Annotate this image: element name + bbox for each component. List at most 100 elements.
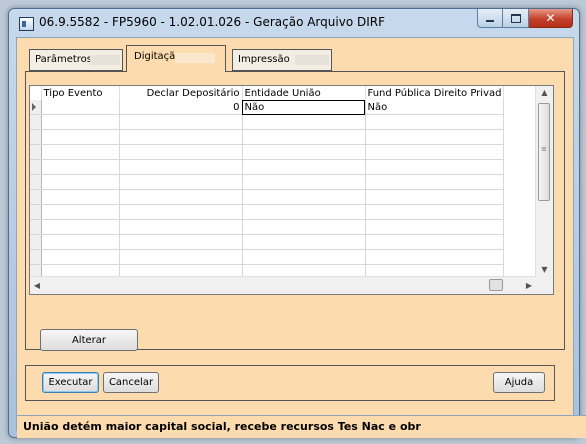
grid-cell[interactable] xyxy=(242,144,366,160)
grid-cell[interactable] xyxy=(242,159,366,175)
table-row[interactable] xyxy=(30,234,505,250)
row-indicator[interactable] xyxy=(30,129,42,145)
row-indicator[interactable] xyxy=(30,249,42,265)
grid-cell[interactable] xyxy=(119,114,243,130)
table-row[interactable] xyxy=(30,204,505,220)
table-row[interactable] xyxy=(30,189,505,205)
app-icon xyxy=(19,17,34,31)
scroll-left-icon[interactable]: ◀ xyxy=(30,277,44,294)
row-indicator[interactable] xyxy=(30,204,42,220)
grid-cell[interactable] xyxy=(242,219,366,235)
grid-cell[interactable] xyxy=(119,204,243,220)
grid-cell[interactable] xyxy=(41,159,120,175)
grid-cell[interactable] xyxy=(41,129,120,145)
grid-cell[interactable]: 0 xyxy=(119,100,243,115)
row-indicator[interactable] xyxy=(30,144,42,160)
app-window: 06.9.5582 - FP5960 - 1.02.01.026 - Geraç… xyxy=(8,8,586,438)
grid-cell[interactable] xyxy=(41,249,120,265)
grid-cell[interactable] xyxy=(119,159,243,175)
table-row[interactable] xyxy=(30,249,505,265)
grid-cell[interactable] xyxy=(365,249,505,265)
table-row[interactable] xyxy=(30,114,505,130)
status-bar: União detém maior capital social, recebe… xyxy=(17,415,586,438)
table-row[interactable] xyxy=(30,174,505,190)
column-header[interactable]: Fund Pública Direito Privad xyxy=(365,86,505,100)
row-indicator[interactable] xyxy=(30,219,42,235)
grid-cell[interactable]: Não xyxy=(242,100,366,115)
grid-cell[interactable] xyxy=(119,234,243,250)
grid-cell[interactable] xyxy=(365,234,505,250)
row-indicator[interactable] xyxy=(30,234,42,250)
title-bar[interactable]: 06.9.5582 - FP5960 - 1.02.01.026 - Geraç… xyxy=(9,9,579,37)
vertical-scroll-thumb[interactable]: ≡ xyxy=(538,103,550,201)
grid-cell[interactable] xyxy=(365,174,505,190)
column-header[interactable]: Declar Depositário xyxy=(119,86,243,100)
grid-cell[interactable] xyxy=(242,234,366,250)
cancelar-button[interactable]: Cancelar xyxy=(103,372,159,393)
grid-cell[interactable] xyxy=(41,144,120,160)
tab-decoration xyxy=(175,53,215,63)
grid-cell[interactable] xyxy=(119,249,243,265)
window-title: 06.9.5582 - FP5960 - 1.02.01.026 - Geraç… xyxy=(39,15,385,29)
row-indicator[interactable] xyxy=(30,114,42,130)
grid-cell[interactable] xyxy=(242,204,366,220)
grid-cell[interactable] xyxy=(365,159,505,175)
minimize-button[interactable] xyxy=(477,9,503,28)
row-indicator[interactable] xyxy=(30,189,42,205)
table-row[interactable] xyxy=(30,129,505,145)
grid-cell[interactable] xyxy=(365,144,505,160)
grid-cell[interactable] xyxy=(119,129,243,145)
grid-cell[interactable] xyxy=(242,249,366,265)
grid-cell[interactable] xyxy=(41,219,120,235)
grid-body: 0 Não Não xyxy=(30,100,505,280)
tab-decoration xyxy=(90,55,120,65)
grid-cell[interactable] xyxy=(119,219,243,235)
grid-cell[interactable] xyxy=(365,204,505,220)
grid-cell[interactable] xyxy=(119,144,243,160)
data-grid[interactable]: Tipo Evento Declar Depositário Entidade … xyxy=(29,85,554,295)
grid-cell[interactable] xyxy=(119,174,243,190)
grid-cell[interactable] xyxy=(41,234,120,250)
grid-cell[interactable] xyxy=(41,114,120,130)
tab-impressao[interactable]: Impressão xyxy=(232,49,332,71)
table-row[interactable] xyxy=(30,159,505,175)
column-header[interactable]: Entidade União xyxy=(242,86,366,100)
grid-cell[interactable] xyxy=(242,174,366,190)
grid-cell[interactable]: Não xyxy=(365,100,505,115)
minimize-icon xyxy=(486,20,494,22)
status-text: União detém maior capital social, recebe… xyxy=(23,420,421,433)
horizontal-scroll-thumb[interactable] xyxy=(489,279,503,291)
grid-cell[interactable] xyxy=(119,189,243,205)
grid-cell[interactable] xyxy=(365,114,505,130)
tab-parametros[interactable]: Parâmetros xyxy=(29,49,123,71)
executar-button[interactable]: Executar xyxy=(42,372,99,393)
alterar-button[interactable]: Alterar xyxy=(40,329,138,351)
maximize-button[interactable] xyxy=(503,9,529,28)
ajuda-button[interactable]: Ajuda xyxy=(493,372,545,393)
table-row[interactable]: 0 Não Não xyxy=(30,100,505,115)
grid-cell[interactable] xyxy=(365,189,505,205)
scroll-down-icon[interactable]: ▼ xyxy=(536,263,553,277)
grid-cell[interactable] xyxy=(41,204,120,220)
tab-parametros-label: Parâmetros xyxy=(35,54,92,65)
grid-cell[interactable] xyxy=(365,129,505,145)
horizontal-scrollbar[interactable]: ◀ ▶ xyxy=(30,276,536,294)
table-row[interactable] xyxy=(30,144,505,160)
row-indicator[interactable] xyxy=(30,174,42,190)
table-row[interactable] xyxy=(30,219,505,235)
close-button[interactable]: ✕ xyxy=(529,9,573,28)
grid-cell[interactable] xyxy=(242,129,366,145)
column-header[interactable]: Tipo Evento xyxy=(41,86,120,100)
row-indicator[interactable] xyxy=(30,159,42,175)
grid-cell[interactable] xyxy=(41,174,120,190)
grid-cell[interactable] xyxy=(41,100,120,115)
vertical-scrollbar[interactable]: ▲ ≡ ▼ xyxy=(535,86,553,277)
grid-cell[interactable] xyxy=(242,189,366,205)
tab-digitacao[interactable]: Digitação xyxy=(126,45,226,72)
grid-cell[interactable] xyxy=(365,219,505,235)
scroll-right-icon[interactable]: ▶ xyxy=(522,277,536,294)
scroll-up-icon[interactable]: ▲ xyxy=(536,86,553,100)
grid-cell[interactable] xyxy=(41,189,120,205)
grid-cell[interactable] xyxy=(242,114,366,130)
row-indicator[interactable] xyxy=(30,100,42,115)
